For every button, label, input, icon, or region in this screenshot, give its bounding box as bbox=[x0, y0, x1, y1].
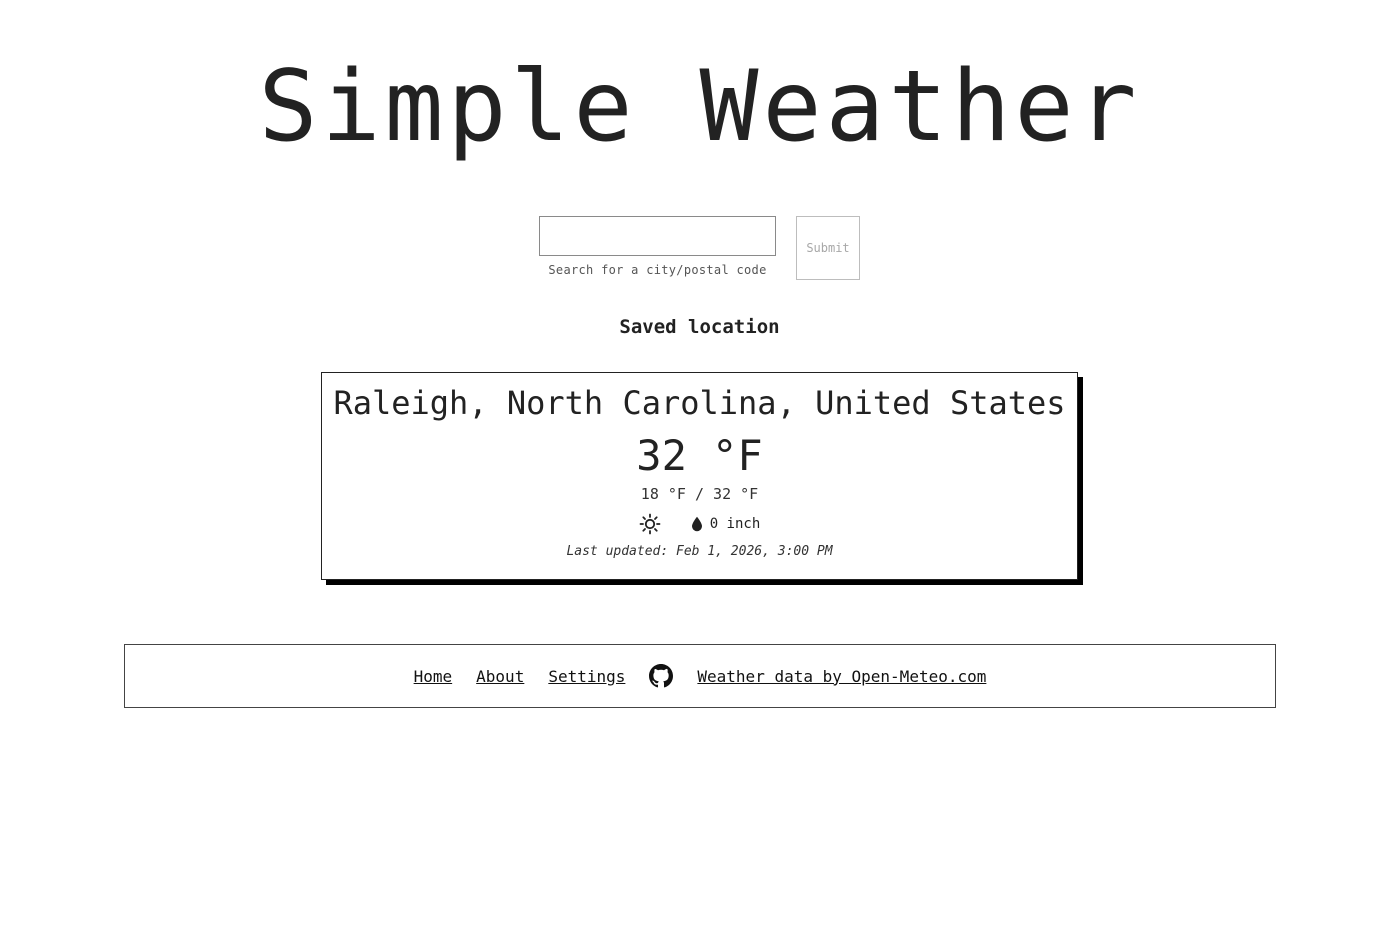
precipitation: 0 inch bbox=[691, 516, 761, 532]
location-card[interactable]: Raleigh, North Carolina, United States 3… bbox=[321, 372, 1078, 580]
page-title: Simple Weather bbox=[258, 50, 1141, 164]
footer-link-settings[interactable]: Settings bbox=[548, 667, 625, 686]
location-name: Raleigh, North Carolina, United States bbox=[333, 384, 1066, 422]
search-form: Search for a city/postal code bbox=[539, 216, 776, 277]
github-icon[interactable] bbox=[649, 664, 674, 688]
sun-icon bbox=[639, 513, 661, 535]
page: Simple Weather Search for a city/postal … bbox=[0, 0, 1399, 925]
search-hint: Search for a city/postal code bbox=[548, 263, 767, 277]
search-input[interactable] bbox=[539, 216, 776, 256]
precipitation-value: 0 inch bbox=[709, 516, 761, 532]
conditions-row: 0 inch bbox=[322, 513, 1077, 535]
current-temperature: 32 °F bbox=[636, 431, 763, 480]
footer-link-home[interactable]: Home bbox=[414, 667, 453, 686]
saved-location-heading: Saved location bbox=[619, 316, 780, 338]
submit-button[interactable]: Submit bbox=[796, 216, 860, 280]
footer-link-about[interactable]: About bbox=[476, 667, 524, 686]
footer-link-open-meteo[interactable]: Weather data by Open-Meteo.com bbox=[697, 667, 986, 686]
temperature-range: 18 °F / 32 °F bbox=[640, 485, 759, 503]
site-footer: Home About Settings Weather data by Open… bbox=[124, 644, 1276, 708]
droplet-icon bbox=[691, 516, 703, 532]
last-updated: Last updated: Feb 1, 2026, 3:00 PM bbox=[566, 544, 833, 559]
